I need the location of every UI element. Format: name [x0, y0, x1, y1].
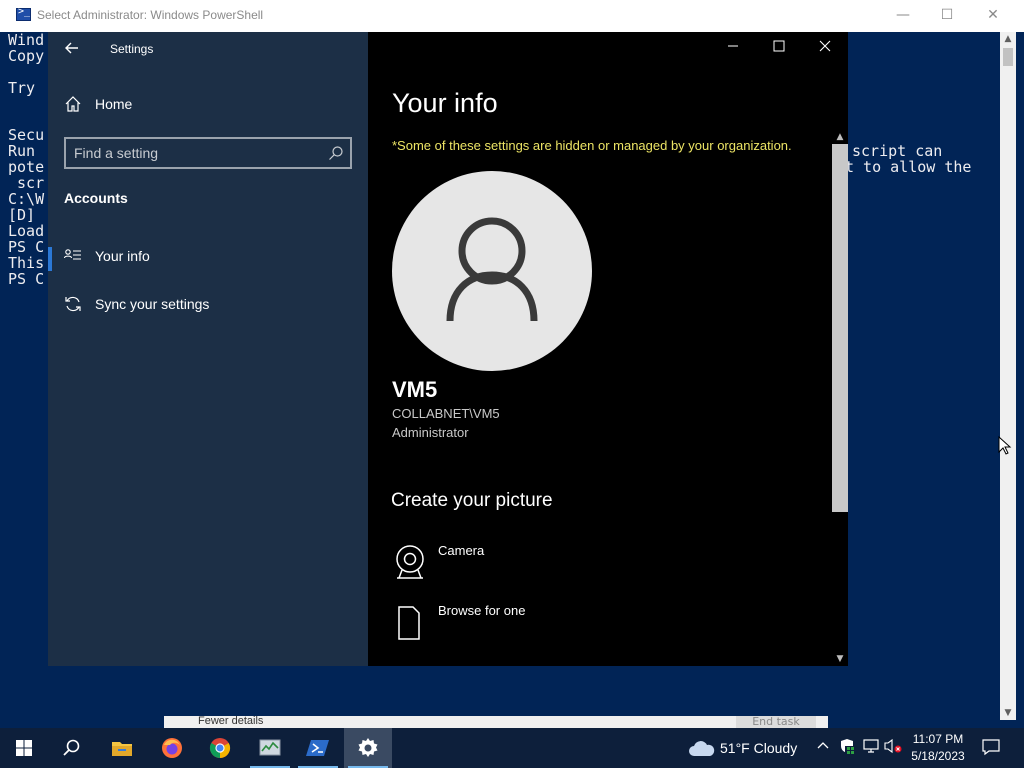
- avatar: [392, 171, 592, 371]
- camera-option[interactable]: Camera: [392, 543, 692, 587]
- sidebar-item-your-info[interactable]: Your info: [63, 244, 344, 272]
- sync-icon: [64, 295, 82, 313]
- home-icon: [64, 95, 82, 113]
- scroll-down-icon[interactable]: ▼: [1000, 706, 1016, 720]
- console-line: Run: [8, 142, 36, 160]
- taskbar-settings[interactable]: [344, 728, 392, 768]
- taskbar-task-manager[interactable]: [246, 728, 294, 768]
- chrome-icon: [209, 738, 231, 759]
- browse-option[interactable]: Browse for one: [392, 603, 692, 647]
- settings-nav-pane: Settings Home Accounts Your info S: [48, 32, 368, 666]
- maximize-button[interactable]: ☐: [924, 0, 970, 32]
- weather-text: 51°F Cloudy: [720, 740, 798, 756]
- start-icon: [16, 740, 32, 756]
- notification-icon[interactable]: [982, 738, 1000, 758]
- close-button[interactable]: ✕: [970, 0, 1016, 32]
- taskbar-file-explorer[interactable]: [98, 728, 146, 768]
- console-line: Load: [8, 222, 45, 240]
- search-icon: [63, 739, 80, 756]
- browse-option-label: Browse for one: [438, 603, 526, 618]
- console-scrollbar[interactable]: ▲ ▼: [1000, 32, 1016, 720]
- camera-option-label: Camera: [438, 543, 485, 558]
- home-nav-item[interactable]: Home: [64, 92, 344, 120]
- page-title: Your info: [392, 88, 498, 118]
- person-icon: [446, 217, 538, 322]
- console-line: scr: [8, 174, 45, 192]
- settings-gear-icon: [358, 738, 378, 757]
- file-icon: [392, 603, 428, 643]
- org-managed-notice: *Some of these settings are hidden or ma…: [392, 138, 792, 153]
- console-line: script can: [852, 142, 943, 160]
- clock-time: 11:07 PM: [912, 732, 964, 746]
- console-line: [D]: [8, 206, 36, 224]
- maximize-button[interactable]: [756, 32, 802, 64]
- powershell-titlebar[interactable]: >_ Select Administrator: Windows PowerSh…: [0, 0, 1024, 32]
- settings-window[interactable]: Settings Home Accounts Your info S: [48, 32, 848, 666]
- console-line: pote: [8, 158, 45, 176]
- user-role: Administrator: [392, 425, 469, 440]
- find-setting-search[interactable]: [64, 137, 352, 169]
- camera-icon: [392, 543, 428, 583]
- scroll-up-icon[interactable]: ▲: [832, 130, 848, 144]
- close-button[interactable]: [802, 32, 848, 64]
- console-line: PS C: [8, 270, 45, 288]
- taskbar-firefox[interactable]: [148, 728, 196, 768]
- console-line: Copy: [8, 47, 45, 65]
- person-list-icon: [63, 247, 82, 265]
- fewer-details-link[interactable]: Fewer details: [198, 716, 263, 727]
- create-picture-heading: Create your picture: [391, 490, 553, 511]
- security-shield-icon[interactable]: [838, 738, 856, 758]
- taskbar: 51°F Cloudy 11:07 PM 5/18/2023: [0, 728, 1024, 768]
- settings-app-title: Settings: [110, 42, 154, 56]
- clock-date: 5/18/2023: [911, 749, 965, 763]
- taskbar-powershell[interactable]: [294, 728, 342, 768]
- scroll-thumb[interactable]: [832, 144, 848, 512]
- search-input[interactable]: [74, 143, 314, 163]
- search-icon[interactable]: [328, 145, 344, 161]
- user-display-name: VM5: [392, 377, 438, 402]
- end-task-button[interactable]: End task: [736, 716, 816, 728]
- minimize-button[interactable]: —: [880, 0, 926, 32]
- console-line: Secu: [8, 126, 45, 144]
- console-line: Try: [8, 79, 36, 97]
- home-label: Home: [95, 96, 133, 112]
- task-manager-icon: [259, 739, 281, 756]
- firefox-icon: [162, 738, 182, 758]
- powershell-icon: [306, 740, 329, 756]
- start-button[interactable]: [0, 728, 48, 768]
- accounts-section-heading: Accounts: [64, 190, 128, 206]
- content-scrollbar[interactable]: ▲ ▼: [832, 130, 848, 666]
- taskbar-chrome[interactable]: [196, 728, 244, 768]
- minimize-button[interactable]: [710, 32, 756, 64]
- scroll-down-icon[interactable]: ▼: [832, 652, 848, 666]
- volume-muted-icon[interactable]: [884, 738, 902, 758]
- weather-widget[interactable]: 51°F Cloudy: [688, 738, 797, 758]
- chevron-up-icon[interactable]: [814, 738, 832, 758]
- sidebar-item-label: Your info: [95, 248, 150, 264]
- system-clock[interactable]: 11:07 PM 5/18/2023: [906, 731, 970, 765]
- scroll-thumb[interactable]: [1003, 48, 1013, 66]
- back-arrow-icon[interactable]: [64, 40, 84, 60]
- console-line: This: [8, 254, 45, 272]
- console-line: t to allow the: [845, 158, 972, 176]
- mouse-cursor-icon: [998, 436, 1012, 455]
- selected-indicator: [48, 247, 52, 271]
- sidebar-item-sync-settings[interactable]: Sync your settings: [64, 292, 344, 320]
- console-line: PS C: [8, 238, 45, 256]
- cloud-icon: [689, 741, 715, 756]
- powershell-icon: >_: [16, 6, 31, 21]
- user-account-domain: COLLABNET\VM5: [392, 406, 500, 421]
- task-manager-window: Fewer details End task: [164, 716, 828, 728]
- console-line: C:\W: [8, 190, 45, 208]
- powershell-title: Select Administrator: Windows PowerShell: [37, 8, 264, 22]
- settings-content-pane: Your info *Some of these settings are hi…: [368, 32, 848, 666]
- console-line: Wind: [8, 31, 45, 49]
- taskbar-search-button[interactable]: [48, 728, 96, 768]
- sidebar-item-label: Sync your settings: [95, 296, 210, 312]
- scroll-up-icon[interactable]: ▲: [1000, 32, 1016, 46]
- file-explorer-icon: [112, 742, 132, 756]
- network-icon[interactable]: [862, 738, 880, 758]
